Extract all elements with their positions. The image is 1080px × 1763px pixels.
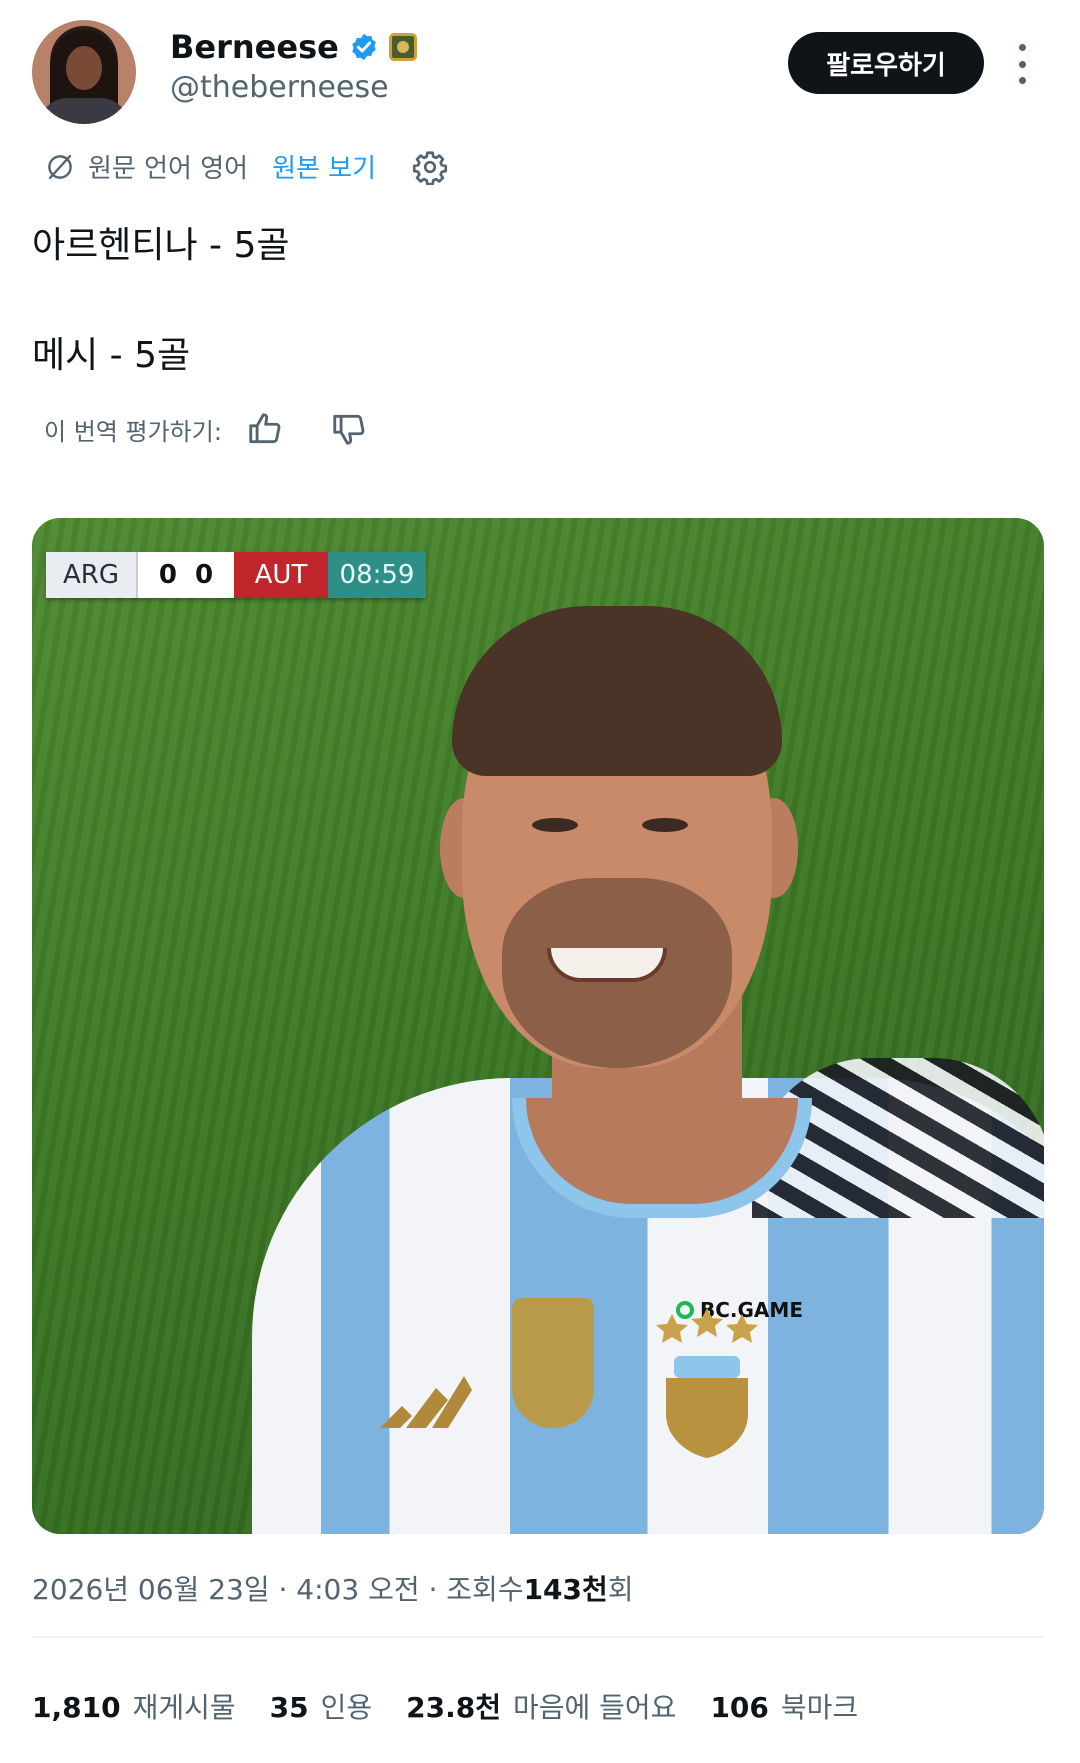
stat-bookmarks-value: 106: [710, 1691, 769, 1724]
more-vertical-icon[interactable]: [1012, 44, 1032, 84]
author-display-name[interactable]: Berneese: [170, 28, 339, 66]
stat-quotes-value: 35: [269, 1691, 309, 1724]
avatar-face: [66, 46, 102, 90]
stat-likes[interactable]: 23.8천 마음에 들어요: [406, 1686, 676, 1726]
author-handle[interactable]: @theberneese: [170, 70, 389, 105]
scoreboard-home-score: 0: [158, 560, 177, 590]
rate-translation-row: 이 번역 평가하기:: [44, 410, 368, 448]
rate-translation-label: 이 번역 평가하기:: [44, 417, 222, 446]
afa-crest-icon: [656, 1308, 758, 1458]
scoreboard-clock: 08:59: [328, 552, 426, 598]
show-original-link[interactable]: 원본 보기: [272, 148, 376, 185]
thumbs-up-icon[interactable]: [246, 410, 284, 448]
divider: [32, 1636, 1044, 1638]
scoreboard: ARG 0 0 AUT 08:59: [46, 552, 426, 598]
tweet-text-line-2: 메시 - 5골: [32, 335, 191, 376]
champions-badge-icon: [512, 1298, 594, 1428]
tweet-meta: 2026년 06월 23일 · 4:03 오전 · 조회수 143천 회: [32, 1568, 634, 1608]
scoreboard-away-team: AUT: [234, 552, 328, 598]
stat-reposts[interactable]: 1,810 재게시물: [32, 1686, 236, 1726]
stat-reposts-value: 1,810: [32, 1691, 121, 1724]
stat-likes-label: 마음에 들어요: [512, 1691, 677, 1724]
gear-icon[interactable]: [412, 149, 448, 185]
stat-reposts-label: 재게시물: [132, 1691, 236, 1724]
player-right-eye: [642, 818, 688, 832]
verified-check-icon: [352, 33, 376, 61]
stat-bookmarks[interactable]: 106 북마크: [710, 1686, 858, 1726]
affiliate-badge-icon[interactable]: [388, 33, 417, 61]
stat-quotes[interactable]: 35 인용: [270, 1686, 373, 1726]
player-left-eye: [532, 818, 578, 832]
tweet-detail: Berneese @theberneese 팔로우하기 원문 언어 영어 원본 …: [0, 0, 1080, 1763]
author-name-row: Berneese: [170, 28, 417, 66]
scoreboard-home-team: ARG: [46, 552, 136, 598]
scoreboard-score: 0 0: [136, 552, 234, 598]
engagement-stats: 1,810 재게시물 35 인용 23.8천 마음에 들어요 106 북마크: [32, 1686, 892, 1726]
three-stripes-logo-icon: [380, 1376, 472, 1428]
follow-button[interactable]: 팔로우하기: [788, 32, 984, 94]
tweet-media-image[interactable]: ARG 0 0 AUT 08:59 BC.GAME: [32, 518, 1044, 1534]
view-count: 143천: [523, 1573, 608, 1606]
stat-quotes-label: 인용: [320, 1691, 373, 1724]
stat-likes-value: 23.8천: [406, 1691, 501, 1724]
avatar[interactable]: [32, 20, 136, 124]
translate-icon: [48, 154, 72, 179]
translation-bar: 원문 언어 영어 원본 보기: [44, 148, 448, 185]
tweet-text-line-1: 아르헨티나 - 5골: [32, 225, 290, 266]
player-hair: [452, 606, 782, 776]
original-language-label: 원문 언어 영어: [88, 154, 249, 184]
avatar-shirt: [38, 98, 130, 124]
stat-bookmarks-label: 북마크: [780, 1691, 859, 1724]
view-count-suffix: 회: [607, 1573, 634, 1606]
scoreboard-away-score: 0: [195, 560, 214, 590]
thumbs-down-icon[interactable]: [330, 410, 368, 448]
player-smile: [547, 948, 667, 982]
tweet-timestamp[interactable]: 2026년 06월 23일 · 4:03 오전 · 조회수: [32, 1568, 524, 1608]
